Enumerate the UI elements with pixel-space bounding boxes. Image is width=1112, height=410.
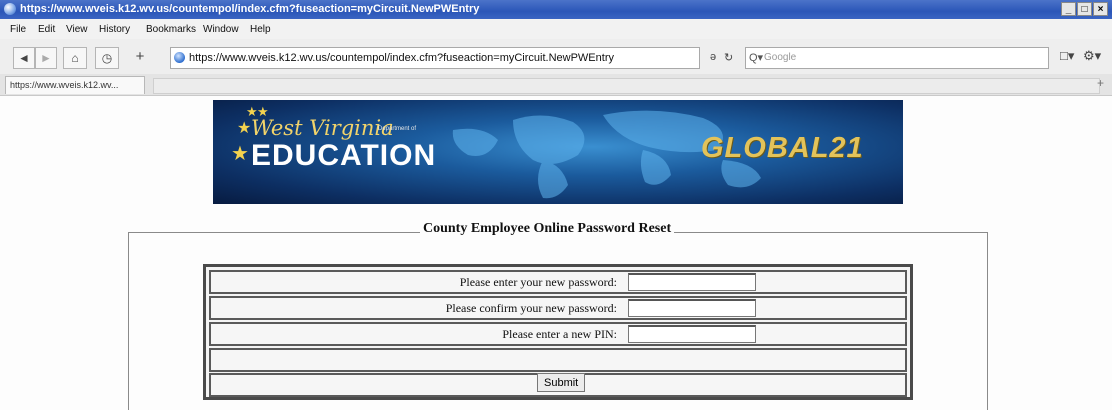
back-button[interactable]: ◄ — [13, 47, 35, 69]
minimize-button[interactable]: _ — [1061, 2, 1076, 16]
menu-window[interactable]: Window — [203, 24, 239, 35]
reload-icon[interactable]: ↻ — [724, 51, 733, 64]
tab-bar: https://www.wveis.k12.wv... + — [0, 74, 1112, 96]
browser-icon — [4, 3, 16, 15]
new-password-input[interactable] — [628, 273, 756, 291]
menu-file[interactable]: File — [10, 24, 26, 35]
menu-view[interactable]: View — [66, 24, 88, 35]
star-icon: ★ — [237, 120, 252, 137]
back-arrow-icon: ◄ — [18, 51, 30, 65]
tab-active[interactable]: https://www.wveis.k12.wv... — [5, 76, 145, 94]
maximize-button[interactable]: □ — [1077, 2, 1092, 16]
home-icon: ⌂ — [71, 51, 79, 65]
forward-button[interactable]: ► — [35, 47, 57, 69]
forward-arrow-icon: ► — [40, 51, 52, 65]
close-button[interactable]: × — [1093, 2, 1108, 16]
add-bookmark-button[interactable]: + — [129, 47, 151, 69]
banner-program-logo: GLOBAL21 — [701, 132, 864, 164]
banner-education: EDUCATION — [251, 139, 437, 172]
search-bar[interactable]: Q▾ Google — [745, 47, 1049, 69]
pin-input[interactable] — [628, 325, 756, 343]
form-row-confirm-password: Please confirm your new password: — [209, 296, 907, 320]
navigation-toolbar: ◄ ► ⌂ ◷ + https://www.wveis.k12.wv.us/co… — [0, 39, 1112, 74]
form-row-pin: Please enter a new PIN: — [209, 322, 907, 346]
reader-icon[interactable]: ә — [710, 51, 716, 63]
clock-icon: ◷ — [101, 51, 113, 65]
new-password-label: Please enter your new password: — [459, 275, 617, 289]
page-menu-icon[interactable]: □▾ — [1060, 48, 1074, 64]
history-button[interactable]: ◷ — [95, 47, 119, 69]
home-button[interactable]: ⌂ — [63, 47, 87, 69]
globe-icon — [174, 52, 185, 63]
form-legend: County Employee Online Password Reset — [420, 221, 675, 237]
header-banner: ★ ★ ★ ★ West Virginia Department of EDUC… — [213, 100, 903, 204]
new-tab-icon[interactable]: + — [1097, 76, 1104, 90]
star-icon: ★ — [231, 143, 249, 165]
address-bar-url: https://www.wveis.k12.wv.us/countempol/i… — [189, 52, 614, 64]
confirm-password-label: Please confirm your new password: — [445, 301, 617, 315]
menu-bar: File Edit View History Bookmarks Window … — [0, 19, 1112, 39]
window-controls: _ □ × — [1061, 2, 1108, 16]
address-bar[interactable]: https://www.wveis.k12.wv.us/countempol/i… — [170, 47, 700, 69]
submit-button[interactable]: Submit — [537, 373, 585, 392]
confirm-password-input[interactable] — [628, 299, 756, 317]
menu-history[interactable]: History — [99, 24, 130, 35]
window-title-bar: https://www.wveis.k12.wv.us/countempol/i… — [0, 0, 1112, 19]
gear-icon[interactable]: ⚙▾ — [1083, 48, 1101, 64]
banner-state-name: West Virginia — [251, 116, 394, 140]
pin-label: Please enter a new PIN: — [502, 327, 617, 341]
menu-bookmarks[interactable]: Bookmarks — [146, 24, 196, 35]
search-icon: Q▾ — [749, 52, 764, 64]
search-placeholder: Google — [764, 52, 797, 63]
window-title: https://www.wveis.k12.wv.us/countempol/i… — [20, 3, 480, 15]
banner-department: Department of — [378, 126, 417, 132]
tab-strip-empty — [153, 78, 1100, 94]
form-row-new-password: Please enter your new password: — [209, 270, 907, 294]
form-row-spacer — [209, 348, 907, 372]
menu-help[interactable]: Help — [250, 24, 271, 35]
menu-edit[interactable]: Edit — [38, 24, 55, 35]
plus-icon: + — [135, 48, 145, 65]
